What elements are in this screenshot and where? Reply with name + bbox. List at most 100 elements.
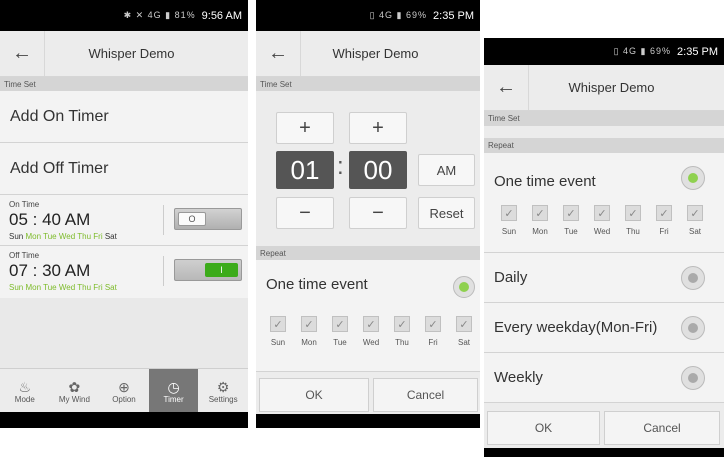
checkbox-label-sun: Sun [270, 338, 286, 347]
day-mon: Mon [25, 232, 42, 241]
option-label: Weekly [494, 369, 543, 386]
day-thu: Thu [77, 232, 92, 241]
section-time-set: Time Set [484, 111, 724, 126]
nav-option[interactable]: ⊕ Option [99, 369, 149, 413]
hour-minus-button[interactable]: − [276, 197, 334, 229]
option-label: Every weekday(Mon-Fri) [494, 319, 658, 336]
checkbox-tue[interactable]: ✓ [332, 316, 348, 332]
phone-screen-repeat-options: ▯ 4G ▮ 69% 2:35 PM ← Whisper Demo Time S… [484, 38, 724, 457]
clock-icon: ◷ [167, 378, 180, 395]
status-time: 2:35 PM [433, 9, 474, 22]
one-time-event-label: One time event [266, 275, 368, 293]
day-fri: Fri [93, 283, 103, 292]
time-colon: : [337, 153, 344, 180]
plus-circle-icon: ⊕ [118, 378, 130, 395]
one-time-event-option[interactable]: One time event [256, 260, 480, 308]
on-timer-row[interactable]: On Time 05 : 40 AM Sun Mon Tue Wed Thu F… [0, 195, 248, 246]
nav-mode[interactable]: ♨ Mode [0, 369, 50, 413]
minute-plus-button[interactable]: + [349, 112, 407, 144]
off-timer-row[interactable]: Off Time 07 : 30 AM Sun Mon Tue Wed Thu … [0, 246, 248, 298]
ampm-button[interactable]: AM [418, 154, 475, 186]
gear-icon: ⚙ [216, 378, 230, 395]
nav-my-wind[interactable]: ✿ My Wind [50, 369, 100, 413]
section-repeat: Repeat [484, 138, 724, 153]
checkbox-mon[interactable]: ✓ [532, 205, 548, 221]
back-arrow-icon[interactable]: ← [256, 31, 301, 76]
app-title: Whisper Demo [332, 46, 419, 61]
status-bar: ✱ ✕ 4G ▮ 81% 9:56 AM [0, 0, 248, 31]
status-icons: ✱ ✕ 4G ▮ 81% [123, 10, 196, 20]
off-timer-toggle[interactable]: I [174, 259, 242, 281]
checkbox-thu[interactable]: ✓ [625, 205, 641, 221]
radio-dot [688, 173, 698, 183]
checkbox-label-tue: Tue [333, 338, 347, 347]
back-arrow-icon[interactable]: ← [484, 65, 529, 110]
section-repeat: Repeat [256, 246, 480, 260]
checkbox-fri[interactable]: ✓ [425, 316, 441, 332]
checkbox-sat[interactable]: ✓ [687, 205, 703, 221]
cancel-button[interactable]: Cancel [373, 378, 478, 412]
checkbox-label-mon: Mon [532, 227, 548, 236]
off-time-days: Sun Mon Tue Wed Thu Fri Sat [9, 283, 117, 292]
app-header: ← Whisper Demo [484, 65, 724, 111]
nav-label: Option [112, 394, 136, 404]
day-tue: Tue [43, 283, 57, 292]
option-weekly-radio[interactable] [681, 366, 705, 390]
checkbox-label-mon: Mon [301, 338, 317, 347]
option-every-weekday-radio[interactable] [681, 316, 705, 340]
checkbox-label-tue: Tue [564, 227, 578, 236]
radio-dot [688, 323, 698, 333]
option-one-time-event-radio[interactable] [681, 166, 705, 190]
add-on-timer-label: Add On Timer [10, 107, 109, 125]
divider [163, 256, 164, 286]
on-time-value: 05 : 40 AM [9, 210, 91, 229]
status-icons: ▯ 4G ▮ 69% [369, 10, 428, 20]
checkbox-label-sun: Sun [501, 227, 517, 236]
checkbox-sun[interactable]: ✓ [270, 316, 286, 332]
status-time: 2:35 PM [677, 45, 718, 58]
section-time-set: Time Set [256, 77, 480, 91]
toggle-knob: O [178, 212, 206, 226]
nav-label: Timer [163, 394, 184, 404]
minute-display[interactable]: 00 [349, 151, 407, 189]
checkbox-sat[interactable]: ✓ [456, 316, 472, 332]
checkbox-thu[interactable]: ✓ [394, 316, 410, 332]
nav-settings[interactable]: ⚙ Settings [198, 369, 248, 413]
checkbox-fri[interactable]: ✓ [656, 205, 672, 221]
reset-button[interactable]: Reset [418, 197, 475, 229]
toggle-knob: I [205, 263, 238, 277]
checkbox-label-thu: Thu [395, 338, 409, 347]
add-off-timer-button[interactable]: Add Off Timer [0, 143, 248, 195]
nav-bar-strip [256, 414, 480, 428]
nav-timer[interactable]: ◷ Timer [148, 369, 199, 413]
day-wed: Wed [58, 283, 76, 292]
ok-button[interactable]: OK [487, 411, 600, 445]
on-time-days: Sun Mon Tue Wed Thu Fri Sat [9, 232, 117, 241]
checkbox-tue[interactable]: ✓ [563, 205, 579, 221]
app-title: Whisper Demo [88, 46, 175, 61]
checkbox-sun[interactable]: ✓ [501, 205, 517, 221]
day-mon: Mon [25, 283, 42, 292]
add-on-timer-button[interactable]: Add On Timer [0, 91, 248, 143]
cancel-button[interactable]: Cancel [604, 411, 720, 445]
off-time-label: Off Time [9, 251, 40, 260]
status-icons: ▯ 4G ▮ 69% [613, 46, 672, 56]
one-time-event-radio[interactable] [453, 276, 475, 298]
day-sun: Sun [9, 283, 24, 292]
on-timer-toggle[interactable]: O [174, 208, 242, 230]
hour-plus-button[interactable]: + [276, 112, 334, 144]
phone-screen-timer-list: ✱ ✕ 4G ▮ 81% 9:56 AM ← Whisper Demo Time… [0, 0, 248, 428]
option-daily-radio[interactable] [681, 266, 705, 290]
hour-display[interactable]: 01 [276, 151, 334, 189]
nav-label: My Wind [58, 394, 90, 404]
section-time-set: Time Set [0, 77, 248, 91]
back-arrow-icon[interactable]: ← [0, 31, 45, 76]
checkbox-wed[interactable]: ✓ [363, 316, 379, 332]
checkbox-label-wed: Wed [593, 227, 611, 236]
checkbox-wed[interactable]: ✓ [594, 205, 610, 221]
minute-minus-button[interactable]: − [349, 197, 407, 229]
bottom-nav: ♨ Mode ✿ My Wind ⊕ Option ◷ Timer ⚙ Settings [0, 368, 248, 413]
day-sat: Sat [104, 232, 117, 241]
checkbox-mon[interactable]: ✓ [301, 316, 317, 332]
ok-button[interactable]: OK [259, 378, 369, 412]
